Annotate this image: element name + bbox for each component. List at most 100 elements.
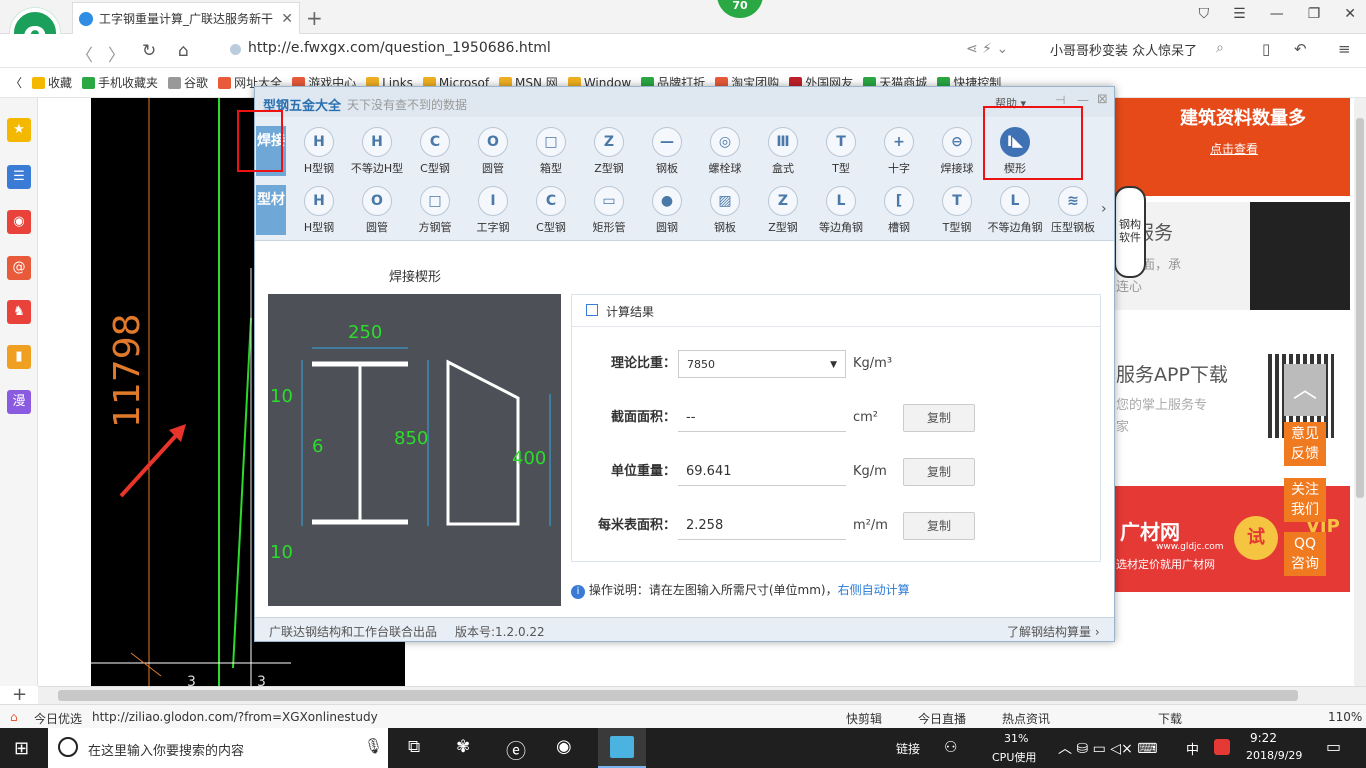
tool-weldtools-5[interactable]: Z Z型钢 [581,127,637,176]
banner-ad[interactable]: 建筑资料数量多 点击查看 [1110,98,1350,196]
dim-end-height[interactable]: 400 [512,448,546,469]
tool-proftools-0[interactable]: H H型钢 [291,186,347,235]
footer-link[interactable]: 了解钢结构算量 › [1007,623,1100,640]
add-icon[interactable]: + [12,684,27,705]
weibo-icon[interactable]: ◉ [7,210,31,234]
copy-area-button[interactable]: 复制 [903,404,975,432]
status-item-1[interactable]: 快剪辑 [846,710,882,727]
dim-bottom-flange[interactable]: 10 [270,542,293,563]
scroll-thumb[interactable] [1356,118,1364,498]
chevron-right-icon[interactable]: › [1101,201,1107,217]
list-icon[interactable]: ☰ [7,165,31,189]
tool-weldtools-0[interactable]: H H型钢 [291,127,347,176]
follow-button[interactable]: 关注我们 [1284,478,1326,522]
tool-weldtools-9[interactable]: T T型 [813,127,869,176]
maximize-icon[interactable]: ❐ [1308,6,1321,22]
browser-tab[interactable]: 工字钢重量计算_广联达服务新干 ✕ [72,2,300,34]
status-item-2[interactable]: 今日直播 [918,710,966,727]
minimize-icon[interactable]: — [1270,6,1284,22]
favorite-item[interactable]: 手机收藏夹 [82,74,158,91]
search-icon[interactable]: ⌕ [1216,40,1224,56]
comic-icon[interactable]: 漫 [7,390,31,414]
horizontal-scrollbar[interactable] [38,686,1366,704]
people-icon[interactable]: ⚇ [944,738,957,756]
zoom-level[interactable]: 110% [1328,710,1362,724]
dim-top-width[interactable]: 250 [348,322,382,343]
surface-value[interactable]: 2.258 [678,512,846,540]
vertical-scrollbar[interactable] [1354,98,1366,686]
banner-button[interactable]: 点击查看 [1210,140,1258,157]
close-icon[interactable]: ⊠ [1097,92,1108,107]
tool-proftools-6[interactable]: ● 圆钢 [639,186,695,235]
tool-weldtools-11[interactable]: ⊖ 焊接球 [929,127,985,176]
minimize-icon[interactable]: — [1077,93,1089,107]
collapse-icon[interactable]: 〈 [10,74,22,91]
game-icon[interactable]: ♞ [7,300,31,324]
hscroll-thumb[interactable] [58,690,1298,701]
url-input[interactable]: http://e.fwxgx.com/question_1950686.html [248,40,551,56]
tool-proftools-2[interactable]: □ 方钢管 [407,186,463,235]
favorite-item[interactable]: 收藏 [32,74,72,91]
feedback-button[interactable]: 意见反馈 [1284,422,1326,466]
status-item-3[interactable]: 热点资讯 [1002,710,1050,727]
news-ticker[interactable]: 小哥哥秒变装 众人惊呆了 [1050,40,1197,59]
task-view-icon[interactable]: ⧉ [408,737,420,757]
tool-proftools-10[interactable]: [槽钢 [871,186,927,235]
microphone-icon[interactable]: 🎙 [364,737,383,755]
pin-icon[interactable]: ⊣ [1055,93,1065,107]
shirt-icon[interactable]: ⛉ [1199,6,1210,22]
home-icon[interactable]: ⌂ [178,41,189,61]
copy-surface-button[interactable]: 复制 [903,512,975,540]
status-item-4[interactable]: 下载 [1158,710,1182,727]
forward-icon[interactable]: 〉 [108,41,125,66]
windows-start-icon[interactable]: ⊞ [14,738,29,759]
new-tab-icon[interactable]: + [306,6,323,30]
favorite-item[interactable]: 谷歌 [168,74,208,91]
tray-icons[interactable]: ︿ ⛁ ▭ ◁× ⌨ [1058,738,1157,758]
tool-proftools-3[interactable]: I 工字钢 [465,186,521,235]
fan-app-icon[interactable]: ✾ [456,737,470,757]
tool-weldtools-3[interactable]: O 圆管 [465,127,521,176]
browser-app-icon[interactable]: ⓔ [506,735,526,764]
back-to-top-icon[interactable]: ︿ [1284,364,1326,416]
tool-proftools-5[interactable]: ▭ 矩形管 [581,186,637,235]
tool-weldtools-6[interactable]: — 钢板 [639,127,695,176]
tool-weldtools-4[interactable]: □ 箱型 [523,127,579,176]
taskbar-search[interactable]: 在这里输入你要搜索的内容 🎙 [48,728,388,768]
tool-proftools-11[interactable]: T T型钢 [929,186,985,235]
tool-weldtools-7[interactable]: ◎ 螺栓球 [697,127,753,176]
weight-value[interactable]: 69.641 [678,458,846,486]
clock-date[interactable]: 2018/9/29 [1246,749,1302,762]
dim-web[interactable]: 6 [312,436,323,457]
taskbar-link[interactable]: 链接 [896,740,920,757]
tool-proftools-4[interactable]: C C型钢 [523,186,579,235]
dim-height[interactable]: 850 [394,428,428,449]
density-select[interactable]: 7850 ▼ [678,350,846,378]
menu-icon[interactable]: ☰ [1233,6,1246,22]
tool-weldtools-10[interactable]: + 十字 [871,127,927,176]
dim-top-flange[interactable]: 10 [270,386,293,407]
notification-icon[interactable]: ▭ [1326,737,1341,756]
category-profile[interactable]: 型材 [256,185,286,235]
share-icon[interactable]: ⋖ ⚡ ⌄ [966,41,1008,57]
reload-icon[interactable]: ↻ [142,41,156,61]
active-app[interactable] [598,728,646,768]
close-icon[interactable]: ✕ [1344,6,1356,22]
ime-indicator[interactable]: 中 [1186,739,1199,758]
clock-time[interactable]: 9:22 [1250,731,1277,745]
tool-weldtools-2[interactable]: C C型钢 [407,127,463,176]
qq-button[interactable]: QQ咨询 [1284,532,1326,576]
tool-weldtools-8[interactable]: Ⅲ 盒式 [755,127,811,176]
tool-proftools-9[interactable]: L 等边角钢 [813,186,869,235]
sogou-icon[interactable] [1214,739,1230,755]
book-icon[interactable]: ▮ [7,345,31,369]
area-value[interactable]: -- [678,404,846,432]
tool-proftools-13[interactable]: ≋ 压型钢板 [1045,186,1101,235]
status-left[interactable]: 今日优选 [34,710,82,727]
star-icon[interactable]: ★ [7,118,31,142]
tool-proftools-1[interactable]: O 圆管 [349,186,405,235]
tab-close-icon[interactable]: ✕ [281,12,293,26]
instruction-link[interactable]: 右侧自动计算 [838,583,910,597]
tool-weldtools-1[interactable]: H 不等边H型 [349,127,405,176]
mail-icon[interactable]: @ [7,256,31,280]
